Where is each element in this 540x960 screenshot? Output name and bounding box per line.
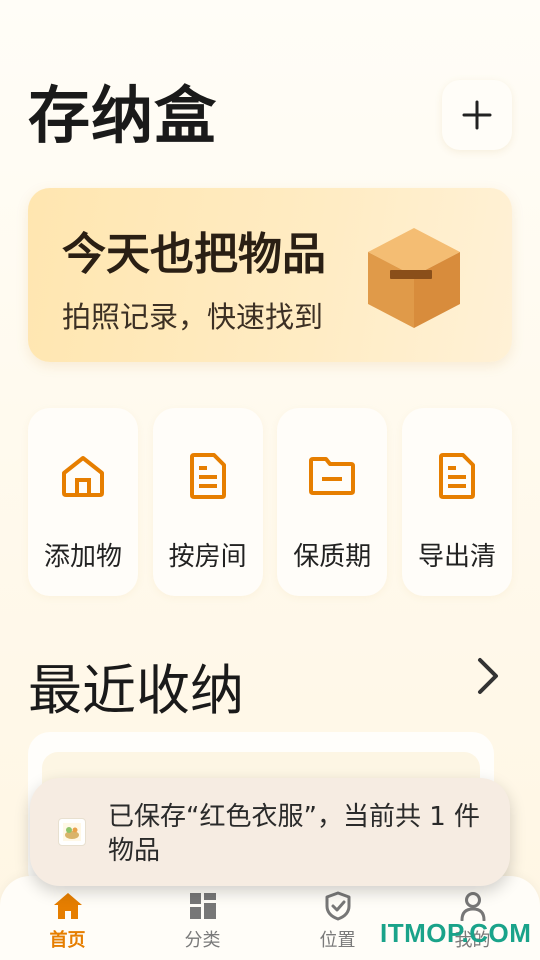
quick-action-label: 按房间 bbox=[168, 542, 247, 572]
watermark: ITMOP.COM bbox=[380, 918, 532, 948]
folder-icon bbox=[309, 457, 356, 495]
quick-action-by-room[interactable]: 按房间 bbox=[152, 408, 263, 596]
plus-icon bbox=[462, 100, 492, 130]
tab-label: 分类 bbox=[184, 930, 221, 951]
hero-banner[interactable]: 今天也把物品 拍照记录，快速找到 bbox=[28, 188, 512, 362]
person-icon bbox=[460, 892, 485, 921]
recent-section-title: 最近收纳 bbox=[28, 659, 244, 722]
quick-action-label: 导出清 bbox=[417, 542, 496, 572]
quick-action-add-item[interactable]: 添加物 bbox=[28, 408, 138, 596]
quick-action-export[interactable]: 导出清 bbox=[401, 408, 512, 596]
toast-message: 已保存“红色衣服”，当前共 1 件物品 bbox=[108, 802, 481, 866]
tab-label: 首页 bbox=[49, 930, 86, 951]
thumbnail-icon bbox=[58, 818, 86, 846]
hero-title: 今天也把物品 bbox=[62, 229, 326, 280]
shield-check-icon bbox=[325, 891, 350, 921]
grid-icon bbox=[189, 893, 216, 919]
home-icon bbox=[53, 893, 82, 919]
tab-category[interactable]: 分类 bbox=[135, 876, 270, 960]
page-title: 存纳盒 bbox=[28, 79, 218, 152]
tab-label: 位置 bbox=[319, 930, 356, 951]
quick-action-label: 添加物 bbox=[43, 542, 122, 572]
document-icon bbox=[438, 453, 475, 499]
chevron-right-icon[interactable] bbox=[472, 656, 502, 696]
quick-action-expiry[interactable]: 保质期 bbox=[277, 408, 388, 596]
document-icon bbox=[189, 453, 226, 499]
tab-home[interactable]: 首页 bbox=[0, 876, 135, 960]
quick-actions: 添加物 按房间 保质期 导出清 bbox=[28, 408, 512, 596]
header: 存纳盒 bbox=[28, 78, 512, 152]
toast-notification: 已保存“红色衣服”，当前共 1 件物品 bbox=[30, 778, 510, 886]
hero-subtitle: 拍照记录，快速找到 bbox=[62, 300, 324, 334]
quick-action-label: 保质期 bbox=[293, 542, 372, 572]
home-icon bbox=[62, 456, 104, 497]
box-icon bbox=[368, 228, 460, 328]
add-button[interactable] bbox=[442, 80, 512, 150]
